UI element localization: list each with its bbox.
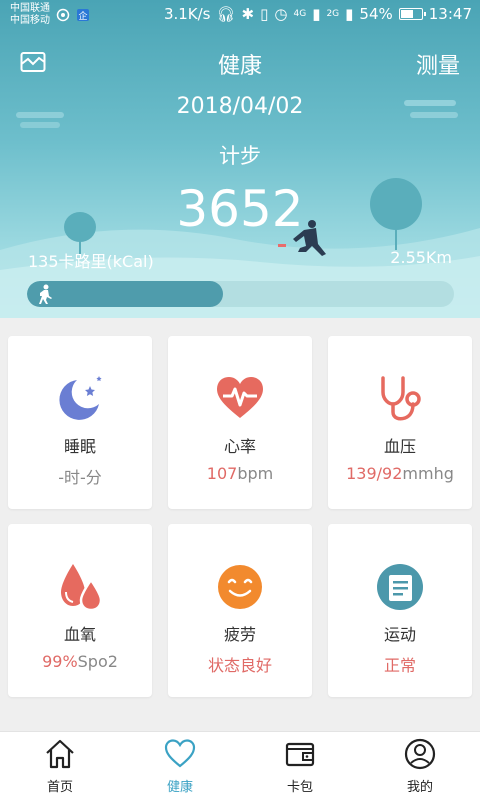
card-heart-rate-value: 107bpm	[168, 464, 312, 483]
card-sleep-name: 睡眠	[63, 437, 96, 456]
status-bar: 中国联通 中国移动 企 3.1K/s 🎧︎ ✱ ▯ ◷ 4G ▮ 2G ▮ 54…	[0, 0, 480, 30]
card-blood-pressure-name: 血压	[383, 437, 416, 456]
svg-text:企: 企	[78, 10, 87, 22]
wallet-icon	[285, 742, 315, 767]
blood-pressure-unit: mmhg	[402, 464, 454, 483]
tab-health[interactable]: 健康	[120, 732, 240, 800]
tab-wallet[interactable]: 卡包	[240, 732, 360, 800]
stethoscope-icon	[381, 376, 421, 421]
battery-icon	[398, 8, 426, 20]
carrier-info: 中国联通 中国移动	[10, 3, 50, 27]
walking-person-icon	[39, 284, 52, 304]
distance: 2.55Km	[390, 248, 452, 267]
card-fatigue-value: 状态良好	[207, 656, 272, 675]
card-heart-rate-name: 心率	[223, 437, 256, 456]
step-progress-fill	[27, 281, 224, 307]
card-blood-pressure-value: 139/92mmhg	[328, 464, 472, 483]
card-blood-pressure[interactable]: 血压 139/92mmhg	[328, 336, 472, 509]
card-spo2-name: 血氧	[63, 625, 96, 644]
card-fatigue[interactable]: 疲劳 状态良好	[168, 524, 312, 697]
tab-health-label: 健康	[166, 780, 193, 795]
bottom-tab-bar: 首页 健康 卡包 我的	[0, 731, 480, 800]
battery-percent: 54%	[359, 5, 393, 23]
step-label: 计步	[219, 144, 261, 168]
spo2-unit: Spo2	[77, 652, 118, 671]
blood-pressure-number: 139/92	[346, 464, 403, 483]
card-spo2[interactable]: 血氧 99%Spo2	[8, 524, 152, 697]
heart-pulse-icon	[217, 377, 263, 418]
signal-1: 4G	[293, 9, 307, 19]
vibrate-icon: ▯	[260, 5, 269, 23]
clock: 13:47	[428, 5, 472, 23]
tab-me-label: 我的	[406, 780, 433, 795]
headphone-icon: 🎧︎	[216, 5, 236, 23]
heart-icon	[164, 739, 196, 768]
signal-2: 2G	[326, 9, 340, 19]
measure-button[interactable]: 测量	[416, 48, 460, 80]
moon-stars-icon	[59, 376, 102, 420]
drops-icon	[61, 564, 103, 612]
step-progress-bar	[27, 281, 454, 307]
user-icon	[404, 738, 436, 770]
tab-me[interactable]: 我的	[360, 732, 480, 800]
network-speed: 3.1K/s	[163, 5, 211, 23]
page-title: 健康	[217, 54, 262, 79]
app-header: 健康 测量	[0, 44, 480, 84]
card-heart-rate[interactable]: 心率 107bpm	[168, 336, 312, 509]
calories: 135卡路里(kCal)	[28, 252, 154, 271]
card-sleep-value: -时-分	[58, 468, 102, 487]
step-count: 3652	[176, 180, 304, 238]
hotspot-icon	[56, 8, 70, 22]
home-icon	[46, 739, 74, 769]
document-icon	[377, 564, 423, 610]
carrier-2: 中国移动	[10, 15, 50, 26]
tab-wallet-label: 卡包	[286, 780, 313, 795]
card-sleep[interactable]: 睡眠 -时-分	[8, 336, 152, 509]
heart-rate-unit: bpm	[237, 464, 274, 483]
card-sport-value: 正常	[383, 656, 416, 675]
notification-app-icon: 企	[77, 9, 89, 22]
heart-rate-number: 107	[206, 464, 238, 483]
signal-bars-icon: ▮	[312, 5, 321, 23]
card-fatigue-name: 疲劳	[223, 625, 256, 644]
signal-bars-2-icon: ▮	[345, 5, 354, 23]
step-date: 2018/04/02	[176, 94, 304, 119]
spo2-number: 99%	[42, 652, 78, 671]
card-spo2-value: 99%Spo2	[8, 652, 152, 671]
bluetooth-icon: ✱	[241, 5, 255, 23]
tab-home[interactable]: 首页	[0, 732, 120, 800]
card-sport-name: 运动	[383, 625, 416, 644]
card-sport[interactable]: 运动 正常	[328, 524, 472, 697]
steps-hero: 中国联通 中国移动 企 3.1K/s 🎧︎ ✱ ▯ ◷ 4G ▮ 2G ▮ 54…	[0, 0, 480, 318]
smile-icon	[218, 565, 262, 609]
alarm-icon: ◷	[274, 5, 288, 23]
carrier-1: 中国联通	[10, 3, 50, 14]
tab-home-label: 首页	[46, 780, 73, 795]
